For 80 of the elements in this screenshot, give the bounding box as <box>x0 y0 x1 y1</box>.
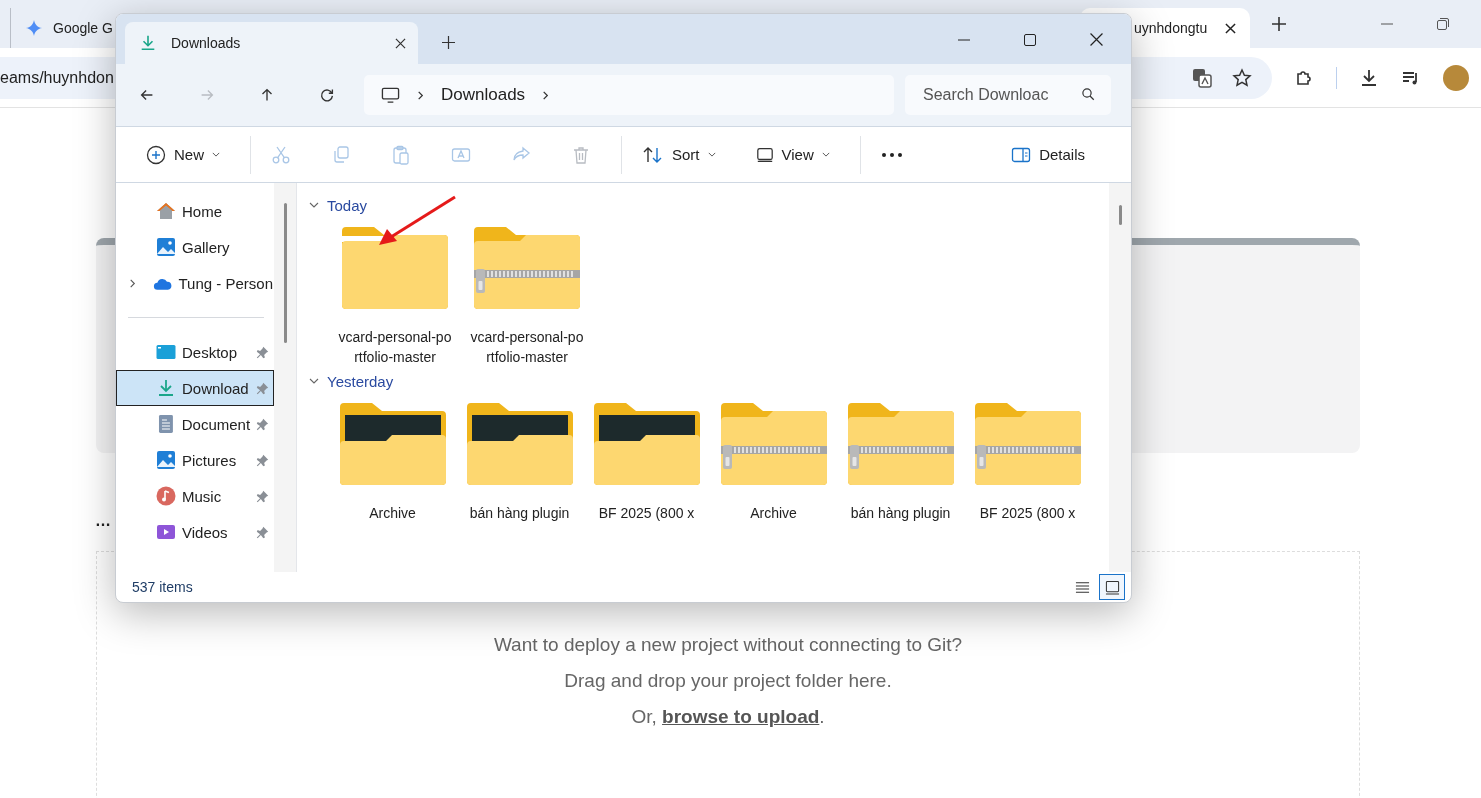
close-icon[interactable] <box>1225 22 1236 34</box>
picture-icon <box>156 237 176 257</box>
sidebar-item[interactable]: Music <box>116 478 274 514</box>
group-header[interactable]: Yesterday <box>309 371 1091 391</box>
restore-icon[interactable] <box>1437 18 1449 30</box>
file-name: BF 2025 (800 x <box>978 504 1077 523</box>
sidebar-item[interactable]: Download <box>116 370 274 406</box>
trash-icon <box>571 144 591 165</box>
browse-link[interactable]: browse to upload <box>662 706 820 727</box>
folder-icon[interactable] <box>342 225 448 309</box>
music-note-icon <box>156 486 176 506</box>
file-name: bán hàng plugin <box>849 504 952 523</box>
view-icon <box>755 145 774 164</box>
file-name: vcard-personal-portfolio-master <box>469 328 585 367</box>
sidebar-item[interactable]: Home <box>116 193 274 229</box>
deploy-prompt: Want to deploy a new project without connecting to Git? <box>493 634 963 656</box>
video-icon <box>156 522 176 542</box>
item-count: 537 items <box>132 579 193 595</box>
sidebar-item[interactable]: Gallery <box>116 229 274 265</box>
folder-with-preview-icon[interactable] <box>339 401 446 485</box>
explorer-tab[interactable]: Downloads <box>125 22 418 64</box>
group-header[interactable]: Today <box>309 195 1091 215</box>
house-icon <box>156 201 176 221</box>
sidebar-item[interactable]: Desktop <box>116 334 274 370</box>
file-name: Archive <box>749 504 798 523</box>
new-button[interactable]: New <box>136 138 230 171</box>
monitor-icon <box>381 85 400 105</box>
chevron-down-icon <box>309 376 319 386</box>
download-icon[interactable] <box>1359 67 1379 88</box>
desktop-icon <box>156 342 176 362</box>
breadcrumb[interactable]: Downloads <box>441 85 526 105</box>
close-icon[interactable] <box>1090 33 1103 46</box>
sidebar-item[interactable]: Videos <box>116 514 274 550</box>
folder-with-preview-icon[interactable] <box>466 401 573 485</box>
avatar[interactable] <box>1443 64 1469 91</box>
sparkle-icon <box>25 19 43 37</box>
chevron-right-icon <box>541 90 551 100</box>
file-name: vcard-personal-portfolio-master <box>337 328 453 367</box>
search-field[interactable]: Search Downloac <box>905 75 1111 115</box>
caret-icon <box>707 152 716 157</box>
caret-icon <box>212 152 220 157</box>
list-icon <box>1074 579 1090 595</box>
maximize-icon[interactable] <box>1024 34 1036 46</box>
close-icon[interactable] <box>395 37 406 49</box>
tiles-view-button[interactable] <box>1099 574 1125 600</box>
sidebar-item[interactable]: Pictures <box>116 442 274 478</box>
more-icon <box>880 151 903 158</box>
chevron-right-icon <box>416 90 425 100</box>
copy-icon <box>331 144 351 165</box>
clipboard-icon <box>391 144 411 165</box>
scrollbar-thumb[interactable] <box>1118 205 1122 225</box>
folder-with-preview-icon[interactable] <box>593 401 700 485</box>
plus-circle-icon <box>146 144 166 165</box>
refresh-arrow-icon[interactable] <box>318 86 336 104</box>
chevron-down-icon <box>309 200 319 210</box>
caret-icon <box>821 152 830 157</box>
chevron-right-icon[interactable] <box>127 278 137 288</box>
download-icon <box>156 378 176 398</box>
scrollbar-thumb[interactable] <box>283 203 287 343</box>
view-button[interactable]: View <box>745 139 840 170</box>
file-name: bán hàng plugin <box>468 504 571 523</box>
sidebar-item[interactable]: Tung - Person <box>116 265 274 301</box>
file-name: Archive <box>368 504 417 523</box>
ellipsis-text: … <box>95 513 111 529</box>
tile-icon <box>1104 579 1120 595</box>
search-icon <box>1081 87 1096 102</box>
sort-button[interactable]: Sort <box>632 138 726 171</box>
new-tab-icon[interactable] <box>442 36 455 49</box>
download-icon <box>139 34 157 52</box>
sidebar-item[interactable]: Document <box>116 406 274 442</box>
upload-hint: Or, browse to upload. <box>631 706 825 728</box>
picture-icon <box>156 450 176 470</box>
details-button[interactable]: Details <box>1001 138 1095 171</box>
translate-icon[interactable] <box>1192 67 1212 88</box>
drop-hint: Drag and drop your project folder here. <box>564 670 892 692</box>
address-bar[interactable]: Downloads <box>364 75 894 115</box>
scissors-icon <box>271 144 291 165</box>
new-tab-icon[interactable] <box>1272 17 1286 31</box>
star-icon[interactable] <box>1232 67 1252 88</box>
file-name: BF 2025 (800 x <box>597 504 696 523</box>
